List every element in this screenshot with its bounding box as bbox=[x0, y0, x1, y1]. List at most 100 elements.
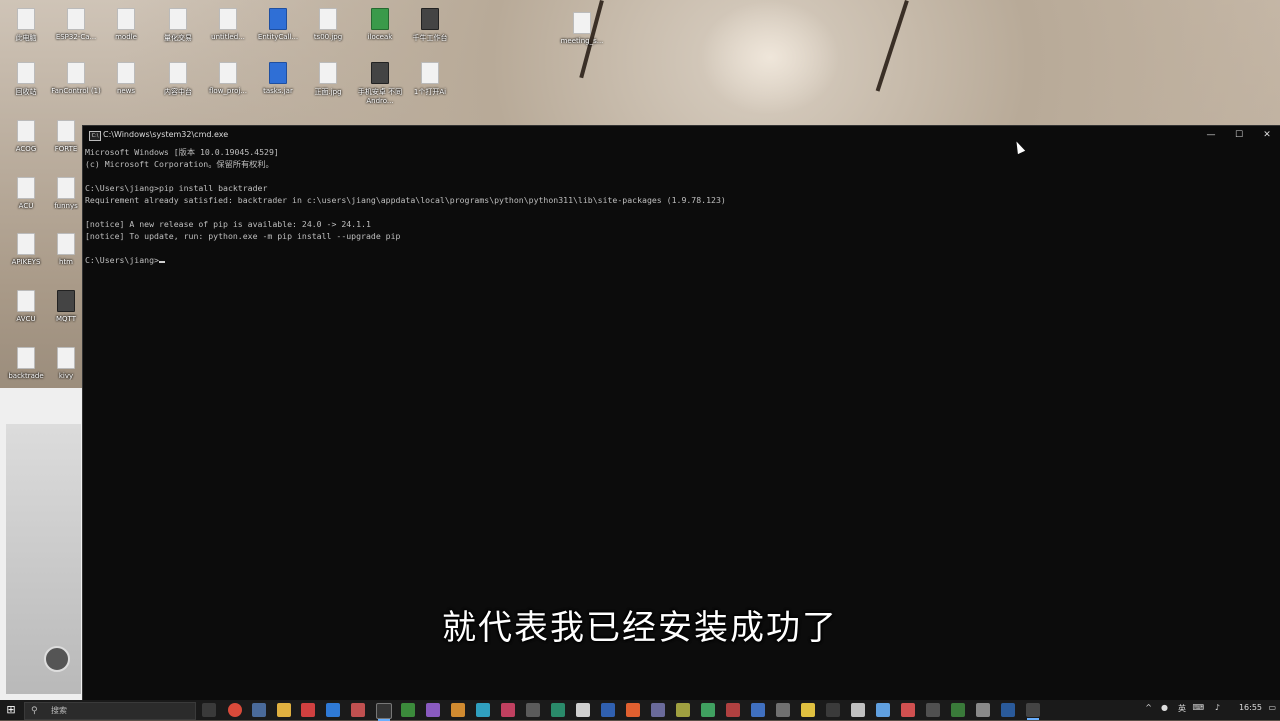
app-icon[interactable] bbox=[501, 703, 515, 717]
computer-icon bbox=[17, 8, 35, 30]
desktop-icon[interactable]: 千牛工作台 bbox=[404, 8, 456, 43]
app-icon[interactable] bbox=[326, 703, 340, 717]
desktop-icon[interactable]: iloceak bbox=[354, 8, 406, 41]
app-icon[interactable] bbox=[751, 703, 765, 717]
desktop-icon[interactable]: funnys bbox=[50, 177, 82, 210]
desktop-icon[interactable]: kivy bbox=[50, 347, 82, 380]
desktop-icon[interactable]: ACU bbox=[0, 177, 52, 210]
desktop-icon[interactable]: EntityCall... bbox=[252, 8, 304, 41]
app-icon bbox=[371, 8, 389, 30]
app-icon[interactable] bbox=[426, 703, 440, 717]
app-icon[interactable] bbox=[651, 703, 665, 717]
app-icon[interactable] bbox=[351, 703, 365, 717]
clock[interactable]: 16:55 bbox=[1239, 703, 1262, 712]
taskbar: ⊞ ⚲ 搜索 ^ ● 英 ⌨ ♪ 16:55 ▭ bbox=[0, 700, 1280, 721]
desktop-icon[interactable]: FORTE bbox=[50, 120, 82, 153]
file-icon bbox=[219, 8, 237, 30]
file-icon bbox=[169, 8, 187, 30]
task-view-icon[interactable] bbox=[202, 703, 216, 717]
microphone-icon[interactable]: ● bbox=[1161, 703, 1168, 712]
app-icon[interactable] bbox=[301, 703, 315, 717]
app-icon bbox=[371, 62, 389, 84]
desktop-icon[interactable]: ACOG bbox=[0, 120, 52, 153]
cmd-taskbar-icon[interactable] bbox=[376, 703, 392, 721]
cmd-titlebar[interactable]: C:\ C:\Windows\system32\cmd.exe — ☐ ✕ bbox=[83, 126, 1280, 145]
minimize-button[interactable]: — bbox=[1197, 126, 1225, 145]
app-icon[interactable] bbox=[576, 703, 590, 717]
app-icon[interactable] bbox=[1001, 703, 1015, 717]
desktop-icon[interactable]: flow_proj... bbox=[202, 62, 254, 95]
file-icon bbox=[57, 290, 75, 312]
terminal-line: Microsoft Windows [版本 10.0.19045.4529] bbox=[85, 147, 279, 157]
desktop-icon[interactable]: 正面.jpg bbox=[302, 62, 354, 97]
file-icon bbox=[57, 233, 75, 255]
file-icon bbox=[169, 62, 187, 84]
desktop-icon[interactable]: MQTT bbox=[50, 290, 82, 323]
terminal-prompt-line[interactable]: C:\Users\jiang> bbox=[85, 254, 1277, 266]
app-icon[interactable] bbox=[701, 703, 715, 717]
terminal-line: C:\Users\jiang>pip install backtrader bbox=[85, 183, 268, 193]
input-language[interactable]: 英 bbox=[1178, 703, 1186, 714]
app-icon[interactable] bbox=[626, 703, 640, 717]
app-icon[interactable] bbox=[926, 703, 940, 717]
app-icon[interactable] bbox=[676, 703, 690, 717]
keyboard-icon[interactable]: ⌨ bbox=[1192, 703, 1204, 712]
desktop-icon[interactable]: 回收站 bbox=[0, 62, 52, 97]
desktop-icon[interactable]: APIKEYS bbox=[0, 233, 52, 266]
terminal-line: [notice] A new release of pip is availab… bbox=[85, 219, 371, 229]
app-icon[interactable] bbox=[851, 703, 865, 717]
maximize-button[interactable]: ☐ bbox=[1225, 126, 1253, 145]
search-icon: ⚲ bbox=[31, 706, 38, 716]
app-icon[interactable] bbox=[601, 703, 615, 717]
windows-start-icon[interactable]: ⊞ bbox=[4, 703, 18, 717]
app-icon[interactable] bbox=[876, 703, 890, 717]
app-icon[interactable] bbox=[951, 703, 965, 717]
app-icon[interactable] bbox=[401, 703, 415, 717]
app-icon[interactable] bbox=[726, 703, 740, 717]
app-icon[interactable] bbox=[976, 703, 990, 717]
app-icon[interactable] bbox=[526, 703, 540, 717]
desktop-icon[interactable]: 1个打开Ai bbox=[404, 62, 456, 97]
webcam-overlay-panel bbox=[0, 388, 82, 700]
desktop-icon[interactable]: tasks.jar bbox=[252, 62, 304, 95]
app-icon[interactable] bbox=[826, 703, 840, 717]
desktop-icon[interactable]: untitled... bbox=[202, 8, 254, 41]
terminal-prompt: C:\Users\jiang> bbox=[85, 255, 159, 265]
volume-icon[interactable]: ♪ bbox=[1215, 703, 1220, 712]
file-icon bbox=[17, 347, 35, 369]
taskbar-search[interactable]: ⚲ 搜索 bbox=[24, 702, 196, 720]
window-title: C:\Windows\system32\cmd.exe bbox=[103, 130, 229, 139]
close-button[interactable]: ✕ bbox=[1253, 126, 1280, 145]
app-icon[interactable] bbox=[1026, 703, 1040, 720]
desktop-icon[interactable]: FanControl (1) bbox=[50, 62, 102, 95]
app-icon[interactable] bbox=[551, 703, 565, 717]
desktop-icon[interactable]: meeting_s... bbox=[556, 12, 608, 45]
file-icon bbox=[17, 177, 35, 199]
chrome-icon[interactable] bbox=[228, 703, 242, 717]
image-icon bbox=[319, 8, 337, 30]
desktop-icon[interactable]: news bbox=[100, 62, 152, 95]
desktop-icon[interactable]: 内容中台 bbox=[152, 62, 204, 97]
folder-icon bbox=[67, 8, 85, 30]
chevron-up-icon[interactable]: ^ bbox=[1145, 703, 1152, 712]
app-icon bbox=[421, 8, 439, 30]
desktop-icon[interactable]: htm bbox=[50, 233, 82, 266]
file-icon bbox=[17, 290, 35, 312]
file-explorer-icon[interactable] bbox=[277, 703, 291, 717]
desktop-icon[interactable]: 此电脑 bbox=[0, 8, 52, 43]
app-icon[interactable] bbox=[801, 703, 815, 717]
wallpaper-figure bbox=[700, 0, 840, 115]
steam-icon[interactable] bbox=[252, 703, 266, 717]
notification-icon[interactable]: ▭ bbox=[1268, 703, 1276, 712]
desktop-icon[interactable]: 量化交易 bbox=[152, 8, 204, 43]
desktop-icon[interactable]: backtrade bbox=[0, 347, 52, 380]
desktop-icon[interactable]: AVCU bbox=[0, 290, 52, 323]
desktop-icon[interactable]: ESP32-Ca... bbox=[50, 8, 102, 41]
app-icon[interactable] bbox=[901, 703, 915, 717]
desktop-icon[interactable]: modle bbox=[100, 8, 152, 41]
app-icon[interactable] bbox=[451, 703, 465, 717]
desktop-icon[interactable]: ts00.jpg bbox=[302, 8, 354, 41]
app-icon[interactable] bbox=[476, 703, 490, 717]
app-icon[interactable] bbox=[776, 703, 790, 717]
desktop-icon[interactable]: 手机安卓 不同Andro... bbox=[354, 62, 406, 105]
